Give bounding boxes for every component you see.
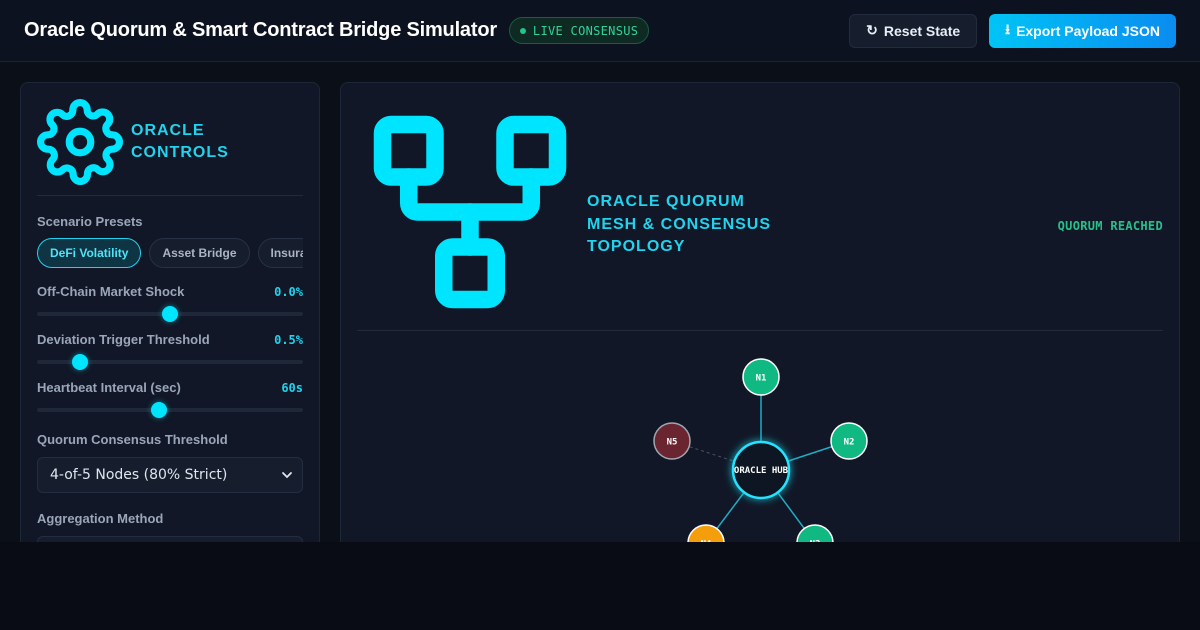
refresh-icon: ↻	[866, 22, 878, 38]
gear-icon	[37, 99, 123, 185]
reset-state-button[interactable]: ↻ Reset State	[849, 13, 978, 48]
controls-panel-title: ORACLE CONTROLS	[131, 120, 251, 164]
live-status-dot-icon	[519, 27, 526, 34]
deviation-threshold-slider[interactable]	[37, 354, 303, 370]
preset-asset-bridge[interactable]: Asset Bridge	[149, 238, 250, 268]
aggregation-method-label: Aggregation Method	[37, 511, 164, 526]
download-icon: ⭳	[1005, 20, 1011, 37]
node-n3-label: N3	[810, 540, 821, 543]
quorum-threshold-label: Quorum Consensus Threshold	[37, 432, 228, 447]
controls-title-line1: ORACLE	[131, 122, 205, 139]
node-n4-label: N4	[701, 540, 712, 543]
heartbeat-interval-slider[interactable]	[37, 402, 303, 418]
heartbeat-interval-label: Heartbeat Interval (sec)	[37, 380, 181, 395]
node-n1-label: N1	[756, 374, 767, 384]
heartbeat-interval-slider-thumb[interactable]	[151, 402, 168, 418]
market-shock-slider[interactable]	[37, 306, 303, 322]
topology-panel: ORACLE QUORUM MESH & CONSENSUS TOPOLOGY …	[340, 82, 1180, 542]
node-n5[interactable]: N5	[653, 422, 691, 460]
heartbeat-interval-value: 60s	[281, 380, 303, 395]
heartbeat-interval-control: Heartbeat Interval (sec) 60s	[37, 380, 303, 418]
oracle-controls-panel: ORACLE CONTROLS Scenario Presets DeFi Vo…	[20, 82, 320, 542]
oracle-hub-node[interactable]: ORACLE HUB	[731, 440, 791, 500]
topology-panel-header: ORACLE QUORUM MESH & CONSENSUS TOPOLOGY …	[357, 99, 1163, 331]
deviation-threshold-label: Deviation Trigger Threshold	[37, 332, 210, 347]
quorum-threshold-select[interactable]: 4-of-5 Nodes (80% Strict)	[37, 457, 303, 493]
app-viewport: Oracle Quorum & Smart Contract Bridge Si…	[0, 0, 1200, 542]
node-n2[interactable]: N2	[830, 422, 868, 460]
controls-title-line2: CONTROLS	[131, 144, 229, 161]
network-topology-icon	[373, 115, 567, 309]
app-title: Oracle Quorum & Smart Contract Bridge Si…	[24, 19, 497, 41]
deviation-threshold-control: Deviation Trigger Threshold 0.5%	[37, 332, 303, 370]
export-payload-button[interactable]: ⭳ Export Payload JSON	[989, 13, 1176, 48]
node-n1[interactable]: N1	[742, 358, 780, 396]
scenario-presets: DeFi Volatility Asset Bridge Insurance	[37, 238, 303, 268]
preset-insurance[interactable]: Insurance	[257, 238, 303, 268]
controls-panel-header: ORACLE CONTROLS	[37, 99, 303, 196]
node-n5-label: N5	[667, 438, 678, 448]
node-n2-label: N2	[844, 438, 855, 448]
deviation-threshold-slider-thumb[interactable]	[71, 354, 88, 370]
header-actions: ↻ Reset State ⭳ Export Payload JSON	[849, 13, 1176, 48]
market-shock-control: Off-Chain Market Shock 0.0%	[37, 284, 303, 322]
aggregation-method-select[interactable]	[37, 536, 303, 542]
market-shock-value: 0.0%	[274, 284, 303, 299]
quorum-status: QUORUM REACHED	[1057, 219, 1163, 233]
node-n3[interactable]: N3	[796, 524, 834, 543]
chevron-down-icon	[282, 472, 292, 479]
deviation-threshold-value: 0.5%	[274, 332, 303, 347]
scenario-presets-label: Scenario Presets	[37, 214, 143, 229]
preset-defi-volatility[interactable]: DeFi Volatility	[37, 238, 142, 268]
oracle-hub-label: ORACLE HUB	[734, 466, 789, 476]
reset-state-label: Reset State	[883, 22, 961, 39]
node-n4[interactable]: N4	[687, 524, 725, 543]
live-consensus-badge: LIVE CONSENSUS	[508, 17, 650, 44]
export-payload-label: Export Payload JSON	[1016, 22, 1160, 39]
quorum-mesh: N1 N2 N3 N4 N5 ORACLE HUB	[653, 358, 868, 543]
topology-title: ORACLE QUORUM MESH & CONSENSUS TOPOLOGY	[587, 193, 772, 255]
live-badge-label: LIVE CONSENSUS	[532, 23, 639, 38]
app-header: Oracle Quorum & Smart Contract Bridge Si…	[0, 0, 1200, 62]
market-shock-label: Off-Chain Market Shock	[37, 284, 185, 299]
market-shock-slider-thumb[interactable]	[162, 306, 178, 322]
